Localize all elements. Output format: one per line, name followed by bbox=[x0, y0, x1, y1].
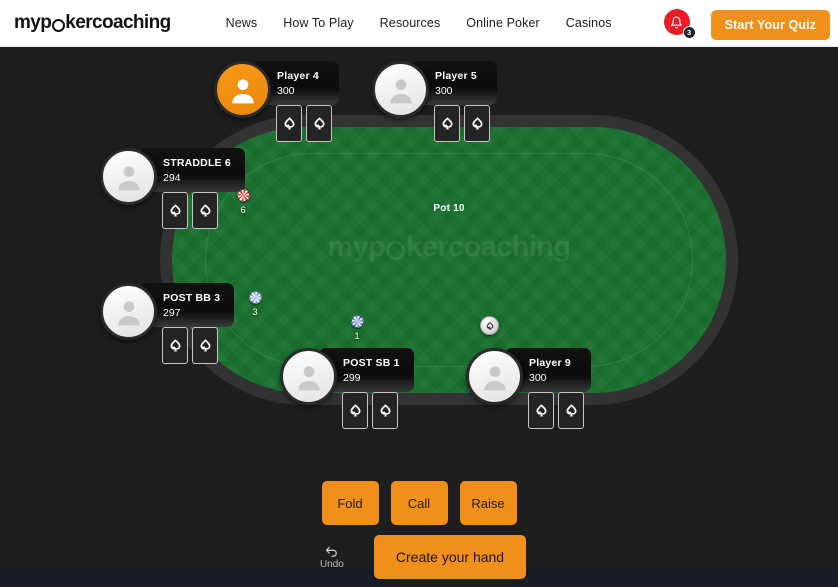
bet-straddle-6: 6 bbox=[228, 189, 258, 216]
seat-post-sb-1[interactable]: POST SB 1 299 bbox=[280, 348, 414, 429]
undo-label: Undo bbox=[319, 558, 344, 570]
player-stack: 300 bbox=[435, 84, 453, 97]
bet-amount: 1 bbox=[354, 331, 360, 342]
hole-card[interactable] bbox=[342, 392, 368, 429]
avatar bbox=[372, 61, 429, 118]
app-root: myp kercoaching News How To Play Resource… bbox=[0, 0, 838, 587]
hole-card[interactable] bbox=[192, 327, 218, 364]
hole-cards[interactable] bbox=[162, 327, 218, 364]
notification-count-badge: 3 bbox=[682, 26, 696, 39]
bet-post-sb-1: 1 bbox=[342, 315, 372, 342]
seat-straddle-6[interactable]: STRADDLE 6 294 bbox=[100, 148, 245, 229]
hole-card[interactable] bbox=[162, 192, 188, 229]
chip-icon bbox=[248, 291, 262, 304]
player-name: Player 9 bbox=[529, 356, 571, 369]
seat-post-bb-3[interactable]: POST BB 3 297 bbox=[100, 283, 235, 364]
bet-amount: 3 bbox=[252, 307, 258, 318]
nav-item-news[interactable]: News bbox=[226, 16, 258, 30]
player-stack: 294 bbox=[163, 171, 181, 184]
seat-player-5[interactable]: Player 5 300 bbox=[372, 61, 497, 142]
hole-cards[interactable] bbox=[276, 105, 332, 142]
watermark-text-post: kercoaching bbox=[406, 231, 571, 263]
undo-arrow-icon bbox=[326, 546, 338, 557]
logo-text-post: kercoaching bbox=[65, 12, 171, 33]
call-button[interactable]: Call bbox=[390, 481, 448, 525]
site-header: myp kercoaching News How To Play Resource… bbox=[0, 0, 838, 47]
hole-cards[interactable] bbox=[342, 392, 398, 429]
hole-card[interactable] bbox=[276, 105, 302, 142]
avatar bbox=[214, 61, 271, 118]
table-watermark: myp kercoaching bbox=[172, 231, 726, 264]
bet-post-bb-3: 3 bbox=[240, 291, 270, 318]
hole-card[interactable] bbox=[162, 327, 188, 364]
nav-item-how-to-play[interactable]: How To Play bbox=[283, 16, 353, 30]
player-stack: 299 bbox=[343, 371, 361, 384]
fold-button[interactable]: Fold bbox=[321, 481, 379, 525]
chip-icon bbox=[350, 315, 364, 328]
player-stack: 300 bbox=[529, 371, 547, 384]
player-stack: 300 bbox=[277, 84, 295, 97]
nav-item-online-poker[interactable]: Online Poker bbox=[466, 16, 539, 30]
logo-ring-icon bbox=[51, 18, 65, 32]
hole-card[interactable] bbox=[558, 392, 584, 429]
player-name: POST BB 3 bbox=[163, 291, 221, 304]
player-name: Player 4 bbox=[277, 69, 319, 82]
site-logo[interactable]: myp kercoaching bbox=[14, 12, 171, 34]
hole-card[interactable] bbox=[528, 392, 554, 429]
hole-cards[interactable] bbox=[434, 105, 490, 142]
bottom-bar: Undo Create your hand bbox=[0, 535, 838, 579]
logo-text-pre: myp bbox=[14, 12, 52, 33]
hole-card[interactable] bbox=[372, 392, 398, 429]
undo-button[interactable]: Undo bbox=[312, 545, 352, 570]
notification-bell[interactable]: 3 bbox=[663, 9, 696, 39]
nav-item-casinos[interactable]: Casinos bbox=[566, 16, 612, 30]
chip-icon bbox=[236, 189, 250, 202]
watermark-text-pre: myp bbox=[327, 231, 386, 263]
avatar bbox=[280, 348, 337, 405]
start-your-quiz-button[interactable]: Start Your Quiz bbox=[710, 10, 830, 40]
raise-button[interactable]: Raise bbox=[459, 481, 517, 525]
player-stack: 297 bbox=[163, 306, 181, 319]
hole-cards[interactable] bbox=[162, 192, 218, 229]
hole-card[interactable] bbox=[434, 105, 460, 142]
avatar bbox=[466, 348, 523, 405]
table-felt: myp kercoaching Pot 10 bbox=[172, 127, 726, 393]
poker-table: myp kercoaching Pot 10 bbox=[160, 115, 738, 405]
seat-player-9[interactable]: Player 9 300 bbox=[466, 348, 591, 429]
main-nav: News How To Play Resources Online Poker … bbox=[226, 9, 696, 39]
hole-card[interactable] bbox=[306, 105, 332, 142]
action-buttons: Fold Call Raise bbox=[0, 481, 838, 525]
player-name: Player 5 bbox=[435, 69, 477, 82]
player-name: POST SB 1 bbox=[343, 356, 400, 369]
player-name: STRADDLE 6 bbox=[163, 156, 231, 169]
create-your-hand-button[interactable]: Create your hand bbox=[373, 535, 527, 579]
poker-table-stage: myp kercoaching Pot 10 Player 4 300 Play… bbox=[0, 47, 838, 579]
hole-card[interactable] bbox=[464, 105, 490, 142]
dealer-button-icon bbox=[480, 316, 499, 335]
seat-player-4[interactable]: Player 4 300 bbox=[214, 61, 339, 142]
avatar bbox=[100, 148, 157, 205]
hole-card[interactable] bbox=[192, 192, 218, 229]
watermark-ring-icon bbox=[386, 241, 406, 260]
hole-cards[interactable] bbox=[528, 392, 584, 429]
avatar bbox=[100, 283, 157, 340]
bet-amount: 6 bbox=[240, 205, 246, 216]
nav-item-resources[interactable]: Resources bbox=[380, 16, 441, 30]
